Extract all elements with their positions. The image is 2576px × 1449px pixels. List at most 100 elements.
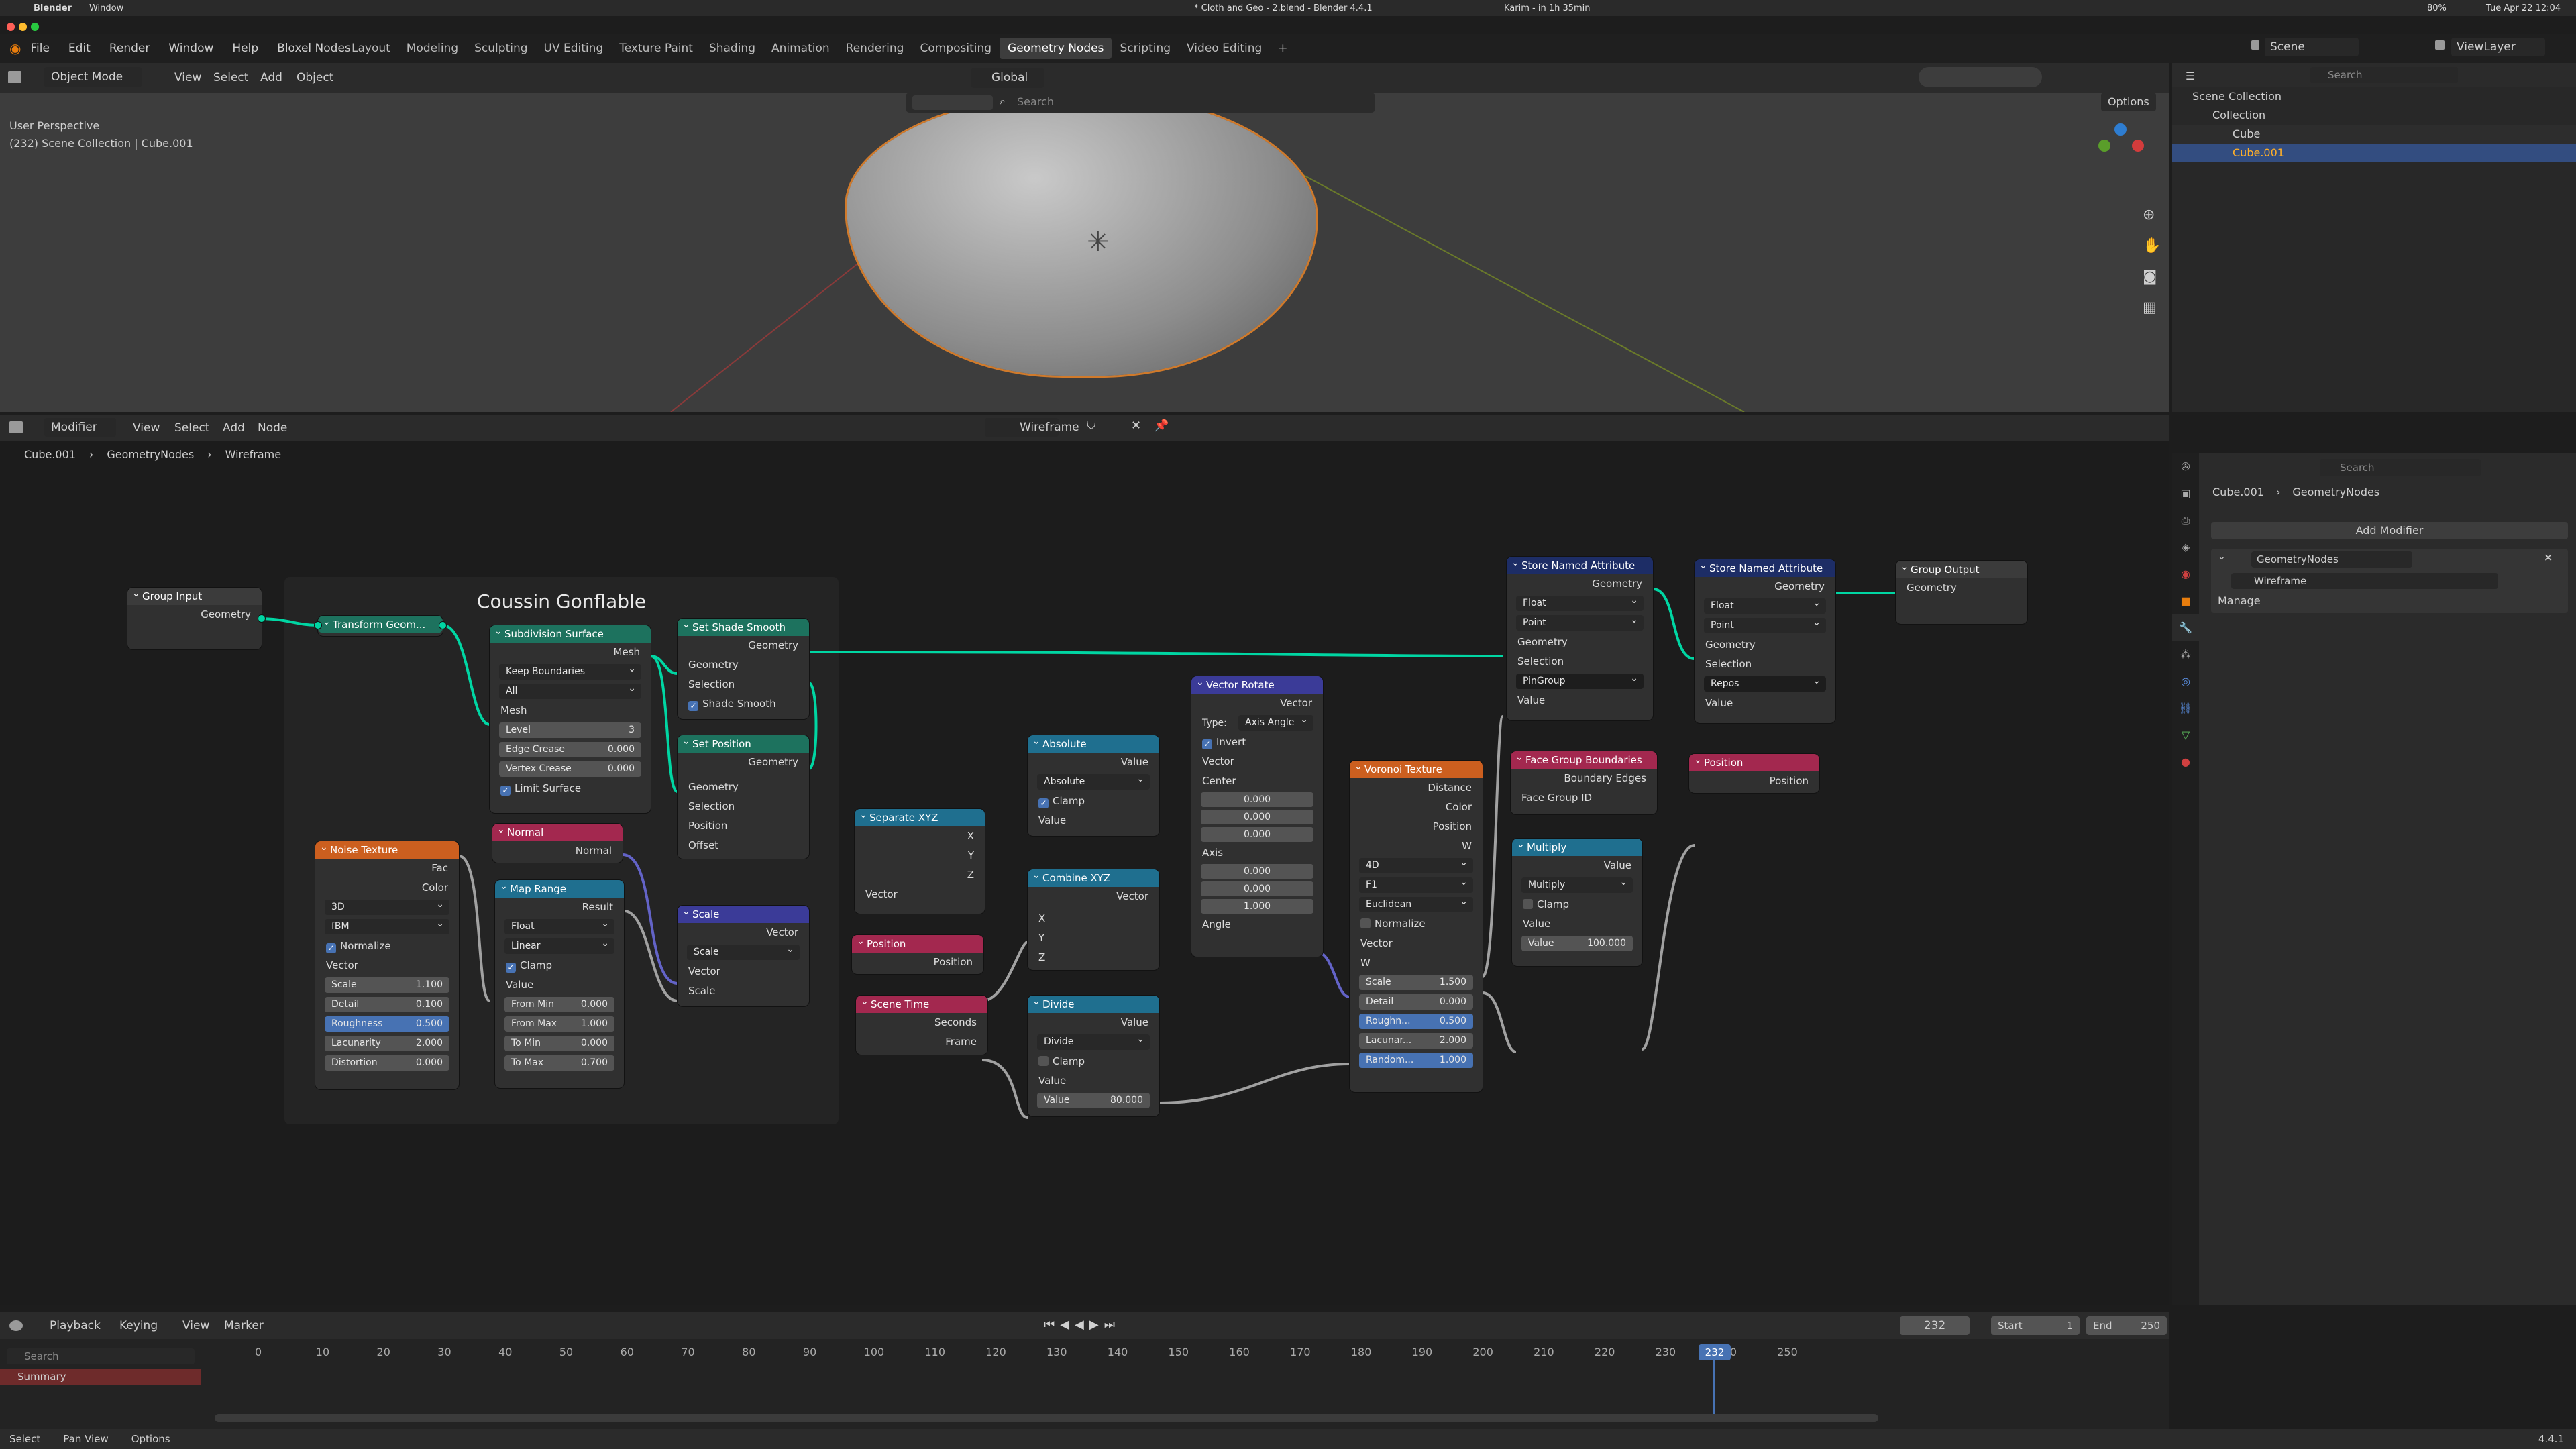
node-header[interactable]: Scale (678, 906, 809, 923)
tab-compositing[interactable]: Compositing (912, 38, 1000, 59)
node-header[interactable]: Vector Rotate (1191, 676, 1323, 694)
world-tab-icon[interactable]: ◉ (2172, 561, 2199, 588)
clamp-checkbox[interactable]: ✓ Clamp (495, 956, 624, 975)
node-header[interactable]: Separate XYZ (855, 809, 985, 826)
os-battery[interactable]: 80% (2427, 3, 2447, 13)
remove-modifier-close-icon[interactable]: ✕ (2544, 551, 2553, 564)
node-header[interactable]: Voronoi Texture (1350, 761, 1483, 778)
output-socket[interactable] (258, 614, 266, 623)
node-header[interactable]: Set Shade Smooth (678, 619, 809, 636)
shade-smooth-checkbox[interactable]: ✓ Shade Smooth (678, 694, 809, 714)
timeline-menu-marker[interactable]: Marker (215, 1319, 273, 1332)
node-header[interactable]: Normal (492, 824, 623, 841)
from-max-field[interactable]: From Max 1.000 (495, 1014, 624, 1034)
node-header[interactable]: Absolute (1028, 735, 1159, 753)
outliner-cube-001[interactable]: Cube.001 (2172, 144, 2576, 162)
tab-layout[interactable]: Layout (343, 38, 398, 59)
clamp-checkbox[interactable]: ✓ Clamp (1028, 792, 1159, 811)
attribute-name-input[interactable]: Repos (1695, 674, 1835, 694)
checkbox-box[interactable] (1523, 899, 1533, 909)
lacunarity-field[interactable]: Lacunar... 2.000 (1350, 1031, 1483, 1051)
node-header[interactable]: Store Named Attribute (1507, 557, 1653, 574)
node-store-named-attribute-1[interactable]: Store Named Attribute Geometry Float Poi… (1507, 557, 1653, 720)
operation-dropdown[interactable]: Divide (1028, 1032, 1159, 1052)
tool-tab-icon[interactable]: ✇ (2172, 453, 2199, 480)
material-tab-icon[interactable]: ● (2172, 749, 2199, 775)
multiplier-field[interactable]: Value 100.000 (1512, 934, 1642, 953)
gizmo-y-axis[interactable] (2098, 140, 2110, 152)
operation-dropdown[interactable]: Multiply (1512, 875, 1642, 895)
tab-scripting[interactable]: Scripting (1112, 38, 1179, 59)
detail-field[interactable]: Detail 0.000 (1350, 992, 1483, 1012)
outliner-collection[interactable]: Collection (2172, 106, 2576, 125)
check-icon[interactable]: ✓ (500, 786, 511, 796)
node-header[interactable]: Position (852, 935, 983, 953)
node-header[interactable]: Subdivision Surface (490, 625, 651, 643)
distortion-field[interactable]: Distortion 0.000 (315, 1053, 459, 1073)
playback-controls-icon[interactable]: ⏮◀◀▶⏭ (1044, 1318, 1120, 1332)
summary-channel[interactable]: Summary (0, 1368, 201, 1385)
scene-tab-icon[interactable]: ◈ (2172, 534, 2199, 561)
view-layer-selector[interactable]: ViewLayer (2451, 38, 2545, 56)
data-tab-icon[interactable]: ▽ (2172, 722, 2199, 749)
node-editor-type-icon[interactable] (9, 421, 23, 433)
node-header[interactable]: Scene Time (856, 996, 987, 1013)
scene-selector[interactable]: Scene (2265, 38, 2359, 56)
timeline-menu-playback[interactable]: Playback (40, 1319, 110, 1332)
scale-field[interactable]: Scale 1.500 (1350, 973, 1483, 992)
gizmo-x-axis[interactable] (2132, 140, 2144, 152)
modifier-name-input[interactable]: GeometryNodes (2251, 551, 2412, 568)
shading-mode-buttons[interactable] (1919, 67, 2042, 87)
to-max-field[interactable]: To Max 0.700 (495, 1053, 624, 1073)
current-frame-field[interactable]: 232 (1900, 1316, 1970, 1335)
detail-field[interactable]: Detail 0.100 (315, 995, 459, 1014)
timeline-editor-icon[interactable] (9, 1320, 23, 1331)
node-store-named-attribute-2[interactable]: Store Named Attribute Geometry Float Poi… (1695, 559, 1835, 723)
uv-smooth-dropdown[interactable]: All (490, 681, 651, 701)
node-header[interactable]: Multiply (1512, 839, 1642, 856)
node-position[interactable]: Position Position (852, 935, 983, 974)
object-tab-icon[interactable]: ■ (2172, 588, 2199, 614)
navigation-gizmo[interactable] (2094, 123, 2145, 174)
maximize-window-button[interactable] (31, 23, 39, 31)
axis-y-field[interactable]: 0.000 (1191, 880, 1323, 898)
mode-selector[interactable]: Object Mode (44, 67, 142, 87)
menu-object[interactable]: Object (287, 71, 343, 85)
physics-tab-icon[interactable]: ◎ (2172, 668, 2199, 695)
vertex-crease-field[interactable]: Vertex Crease 0.000 (490, 759, 651, 779)
os-app-name[interactable]: Blender (34, 3, 72, 13)
roughness-field[interactable]: Roughness 0.500 (315, 1014, 459, 1034)
pin-icon[interactable]: 📌 (1154, 419, 1169, 433)
constraints-tab-icon[interactable]: ⛓ (2172, 695, 2199, 722)
node-header[interactable]: Store Named Attribute (1695, 559, 1835, 577)
outliner-scene-collection[interactable]: Scene Collection (2172, 87, 2576, 106)
node-header[interactable]: Map Range (495, 880, 624, 898)
timeline-menu-view[interactable]: View (173, 1319, 219, 1332)
interpolation-dropdown[interactable]: Linear (495, 936, 624, 956)
outliner-search-input[interactable]: Search (2310, 67, 2458, 83)
menu-file[interactable]: File (21, 42, 58, 55)
operation-dropdown[interactable]: Absolute (1028, 771, 1159, 792)
node-transform-geometry[interactable]: Transform Geom... (314, 616, 447, 636)
panel-collapse-chevron-icon[interactable]: ⌄ (2218, 551, 2226, 562)
clamp-checkbox[interactable]: Clamp (1028, 1052, 1159, 1071)
end-frame-field[interactable]: End 250 (2086, 1316, 2167, 1335)
check-icon[interactable]: ✓ (326, 943, 336, 953)
feature-dropdown[interactable]: F1 (1350, 875, 1483, 895)
normalize-checkbox[interactable]: Normalize (1350, 914, 1483, 934)
node-group-input[interactable]: Group Input Geometry (127, 588, 266, 649)
limit-surface-checkbox[interactable]: ✓ Limit Surface (490, 779, 651, 798)
properties-search-input[interactable]: Search (2320, 459, 2481, 476)
output-tab-icon[interactable]: ⎙ (2172, 507, 2199, 534)
fake-user-shield-icon[interactable]: ⛉ (1087, 419, 1096, 433)
boundary-dropdown[interactable]: Keep Boundaries (490, 661, 651, 682)
node-group-output[interactable]: Group Output Geometry (1896, 561, 2027, 624)
viewport-options-button[interactable]: Options (2101, 93, 2156, 111)
outliner-filter-icon[interactable]: ☰ (2186, 70, 2195, 83)
to-min-field[interactable]: To Min 0.000 (495, 1034, 624, 1053)
center-x-field[interactable]: 0.000 (1191, 791, 1323, 808)
data-type-dropdown[interactable]: Float (1695, 596, 1835, 616)
node-menu-node[interactable]: Node (248, 421, 297, 435)
tab-animation[interactable]: Animation (763, 38, 838, 59)
scale-field[interactable]: Scale 1.100 (315, 975, 459, 995)
